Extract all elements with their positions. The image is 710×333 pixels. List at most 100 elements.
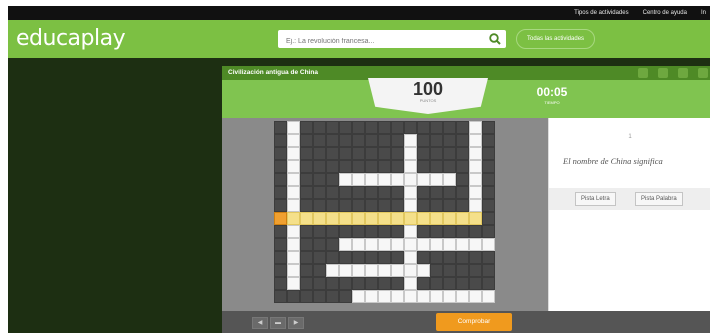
- grid-letter-cell[interactable]: [469, 212, 482, 225]
- grid-letter-cell[interactable]: [469, 160, 482, 173]
- grid-letter-cell[interactable]: [378, 264, 391, 277]
- grid-letter-cell[interactable]: [352, 238, 365, 251]
- fullscreen-icon[interactable]: [638, 68, 648, 78]
- grid-letter-cell[interactable]: [404, 173, 417, 186]
- grid-letter-cell[interactable]: [352, 212, 365, 225]
- grid-letter-cell[interactable]: [352, 173, 365, 186]
- grid-letter-cell[interactable]: [287, 212, 300, 225]
- grid-letter-cell[interactable]: [339, 238, 352, 251]
- grid-letter-cell[interactable]: [404, 134, 417, 147]
- grid-letter-cell[interactable]: [404, 147, 417, 160]
- grid-letter-cell[interactable]: [391, 238, 404, 251]
- menu-button[interactable]: ▬: [270, 317, 286, 329]
- grid-letter-cell[interactable]: [404, 277, 417, 290]
- grid-letter-cell[interactable]: [352, 264, 365, 277]
- grid-letter-cell[interactable]: [391, 173, 404, 186]
- hint-word-button[interactable]: Pista Palabra: [635, 192, 683, 206]
- grid-letter-cell[interactable]: [417, 212, 430, 225]
- settings-icon[interactable]: [658, 68, 668, 78]
- grid-letter-cell[interactable]: [417, 264, 430, 277]
- grid-letter-cell[interactable]: [456, 212, 469, 225]
- grid-letter-cell[interactable]: [391, 212, 404, 225]
- all-activities-button[interactable]: Todas las actividades: [516, 29, 596, 49]
- grid-letter-cell[interactable]: [339, 212, 352, 225]
- grid-letter-cell[interactable]: [404, 160, 417, 173]
- grid-letter-cell[interactable]: [404, 290, 417, 303]
- grid-letter-cell[interactable]: [391, 264, 404, 277]
- next-button[interactable]: ▶: [288, 317, 304, 329]
- grid-letter-cell[interactable]: [365, 264, 378, 277]
- grid-letter-cell[interactable]: [469, 238, 482, 251]
- previous-button[interactable]: ◀: [252, 317, 268, 329]
- link-login[interactable]: In: [701, 10, 706, 16]
- grid-letter-cell[interactable]: [326, 264, 339, 277]
- grid-letter-cell[interactable]: [287, 121, 300, 134]
- link-activity-types[interactable]: Tipos de actividades: [574, 10, 628, 16]
- grid-letter-cell[interactable]: [404, 186, 417, 199]
- grid-letter-cell[interactable]: [352, 290, 365, 303]
- grid-letter-cell[interactable]: [287, 160, 300, 173]
- grid-letter-cell[interactable]: [378, 290, 391, 303]
- grid-letter-cell[interactable]: [469, 199, 482, 212]
- grid-letter-cell[interactable]: [287, 238, 300, 251]
- grid-letter-cell[interactable]: [430, 173, 443, 186]
- grid-letter-cell[interactable]: [378, 173, 391, 186]
- grid-letter-cell[interactable]: [313, 212, 326, 225]
- grid-letter-cell[interactable]: [404, 225, 417, 238]
- grid-letter-cell[interactable]: [469, 147, 482, 160]
- grid-letter-cell[interactable]: [469, 290, 482, 303]
- grid-letter-cell[interactable]: [274, 212, 287, 225]
- grid-letter-cell[interactable]: [443, 212, 456, 225]
- grid-letter-cell[interactable]: [391, 290, 404, 303]
- grid-letter-cell[interactable]: [287, 186, 300, 199]
- grid-letter-cell[interactable]: [378, 238, 391, 251]
- grid-letter-cell[interactable]: [469, 186, 482, 199]
- site-logo[interactable]: educaplay: [16, 26, 126, 51]
- grid-letter-cell[interactable]: [287, 277, 300, 290]
- search-icon[interactable]: [488, 32, 502, 46]
- grid-letter-cell[interactable]: [482, 290, 495, 303]
- grid-letter-cell[interactable]: [456, 290, 469, 303]
- grid-letter-cell[interactable]: [430, 290, 443, 303]
- link-help-center[interactable]: Centro de ayuda: [643, 10, 687, 16]
- grid-letter-cell[interactable]: [287, 134, 300, 147]
- hint-letter-button[interactable]: Pista Letra: [575, 192, 616, 206]
- grid-letter-cell[interactable]: [365, 212, 378, 225]
- grid-letter-cell[interactable]: [469, 121, 482, 134]
- grid-letter-cell[interactable]: [365, 173, 378, 186]
- grid-letter-cell[interactable]: [404, 264, 417, 277]
- grid-letter-cell[interactable]: [417, 238, 430, 251]
- grid-letter-cell[interactable]: [404, 251, 417, 264]
- grid-letter-cell[interactable]: [287, 173, 300, 186]
- grid-letter-cell[interactable]: [469, 134, 482, 147]
- grid-letter-cell[interactable]: [339, 173, 352, 186]
- grid-letter-cell[interactable]: [404, 238, 417, 251]
- grid-letter-cell[interactable]: [469, 173, 482, 186]
- grid-letter-cell[interactable]: [482, 238, 495, 251]
- grid-letter-cell[interactable]: [430, 238, 443, 251]
- grid-letter-cell[interactable]: [443, 173, 456, 186]
- check-button[interactable]: Comprobar: [436, 313, 512, 331]
- search-input[interactable]: [284, 32, 478, 51]
- grid-letter-cell[interactable]: [430, 212, 443, 225]
- crossword-grid[interactable]: [274, 121, 498, 307]
- close-icon[interactable]: [698, 68, 708, 78]
- grid-letter-cell[interactable]: [287, 251, 300, 264]
- grid-letter-cell[interactable]: [365, 290, 378, 303]
- grid-letter-cell[interactable]: [404, 199, 417, 212]
- grid-letter-cell[interactable]: [339, 264, 352, 277]
- grid-letter-cell[interactable]: [287, 199, 300, 212]
- grid-letter-cell[interactable]: [287, 225, 300, 238]
- grid-letter-cell[interactable]: [326, 212, 339, 225]
- grid-letter-cell[interactable]: [300, 212, 313, 225]
- grid-letter-cell[interactable]: [378, 212, 391, 225]
- grid-letter-cell[interactable]: [404, 212, 417, 225]
- grid-letter-cell[interactable]: [287, 264, 300, 277]
- grid-letter-cell[interactable]: [443, 238, 456, 251]
- grid-letter-cell[interactable]: [456, 238, 469, 251]
- grid-letter-cell[interactable]: [417, 290, 430, 303]
- restart-icon[interactable]: [678, 68, 688, 78]
- grid-letter-cell[interactable]: [287, 147, 300, 160]
- grid-letter-cell[interactable]: [365, 238, 378, 251]
- grid-letter-cell[interactable]: [417, 173, 430, 186]
